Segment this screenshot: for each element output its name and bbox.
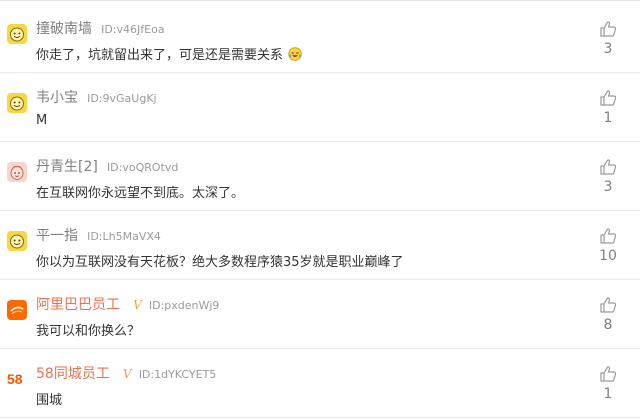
comment-meta: 58同城员工 V ID:1dYKCYET5 (36, 363, 216, 383)
username[interactable]: 丹青生[2] (36, 159, 98, 175)
comment-list: 撞破南墙 ID:v46JfEoa 你走了，坑就留出来了，可是还是需要关系 3 韦… (0, 4, 640, 418)
comment-body: 围城 (36, 393, 63, 408)
like-button[interactable]: 1 (596, 365, 620, 402)
like-count: 10 (599, 248, 617, 264)
comment-item: 平一指 ID:Lh5MaVX4 你以为互联网没有天花板？绝大多数程序猿35岁就是… (0, 211, 640, 280)
like-button[interactable]: 1 (596, 89, 620, 126)
thumbs-up-icon (600, 366, 617, 382)
comment-meta: 阿里巴巴员工 V ID:pxdenWj9 (36, 294, 219, 314)
comment-item: 阿里巴巴员工 V ID:pxdenWj9 我可以和你换么？ 8 (0, 280, 640, 349)
comment-item: 韦小宝 ID:9vGaUgKj M 1 (0, 73, 640, 142)
comment-item: 丹青生[2] ID:voQROtvd 在互联网你永远望不到底。太深了。 3 (0, 142, 640, 211)
pink-cartoon-avatar-icon[interactable] (7, 162, 27, 182)
user-id: ID:pxdenWj9 (148, 299, 220, 312)
username[interactable]: 韦小宝 (36, 90, 78, 106)
username[interactable]: 58同城员工 (36, 366, 110, 382)
thumbs-up-icon (600, 90, 617, 106)
user-id: ID:9vGaUgKj (87, 92, 157, 105)
yellow-face-icon[interactable] (7, 24, 27, 44)
username[interactable]: 平一指 (36, 228, 78, 244)
thumbs-up-icon (600, 228, 617, 244)
user-id: ID:Lh5MaVX4 (87, 230, 161, 243)
comment-text: M (36, 113, 47, 128)
yellow-face-icon[interactable] (7, 93, 27, 113)
thumbs-up-icon (600, 21, 617, 37)
yellow-face-icon[interactable] (7, 231, 27, 251)
username[interactable]: 撞破南墙 (36, 21, 92, 37)
comment-item: 58 58同城员工 V ID:1dYKCYET5 围城 1 (0, 349, 640, 418)
like-count: 1 (603, 110, 613, 126)
thumbs-up-icon (600, 159, 617, 175)
comment-body: 我可以和你换么？ (36, 324, 141, 339)
user-id: ID:voQROtvd (106, 161, 179, 174)
comment-text: 在互联网你永远望不到底。太深了。 (36, 182, 244, 201)
comment-body: 你以为互联网没有天花板？绝大多数程序猿35岁就是职业巅峰了 (36, 255, 404, 270)
comment-item: 撞破南墙 ID:v46JfEoa 你走了，坑就留出来了，可是还是需要关系 3 (0, 4, 640, 73)
verified-badge: V (133, 298, 142, 312)
like-count: 1 (603, 386, 613, 402)
like-count: 8 (603, 317, 613, 333)
58-logo-icon[interactable]: 58 (7, 369, 27, 389)
user-id: ID:1dYKCYET5 (138, 368, 217, 381)
comment-text: 你以为互联网没有天花板？绝大多数程序猿35岁就是职业巅峰了 (36, 251, 404, 270)
verified-badge: V (122, 367, 132, 381)
alibaba-logo-icon[interactable] (7, 300, 27, 320)
username[interactable]: 阿里巴巴员工 (36, 297, 120, 313)
comment-meta: 平一指 ID:Lh5MaVX4 (36, 225, 161, 245)
comment-body: 在互联网你永远望不到底。太深了。 (36, 186, 245, 201)
comment-body: 你走了，坑就留出来了，可是还是需要关系 (36, 48, 284, 63)
user-id: ID:v46JfEoa (101, 23, 165, 36)
like-count: 3 (603, 179, 613, 195)
comment-meta: 撞破南墙 ID:v46JfEoa (36, 18, 165, 38)
crying-laugh-emoji-icon (288, 47, 302, 65)
comment-body: M (36, 113, 48, 128)
like-button[interactable]: 8 (596, 296, 620, 333)
comment-text: 你走了，坑就留出来了，可是还是需要关系 (36, 44, 302, 65)
comment-text: 围城 (36, 389, 62, 408)
like-count: 3 (603, 41, 613, 57)
like-button[interactable]: 10 (596, 227, 620, 264)
comment-meta: 丹青生[2] ID:voQROtvd (36, 156, 178, 176)
like-button[interactable]: 3 (596, 158, 620, 195)
comment-text: 我可以和你换么？ (36, 320, 140, 339)
like-button[interactable]: 3 (596, 20, 620, 57)
58-logo-text: 58 (7, 371, 23, 387)
thumbs-up-icon (600, 297, 617, 313)
top-divider (0, 0, 640, 1)
comment-meta: 韦小宝 ID:9vGaUgKj (36, 87, 157, 107)
